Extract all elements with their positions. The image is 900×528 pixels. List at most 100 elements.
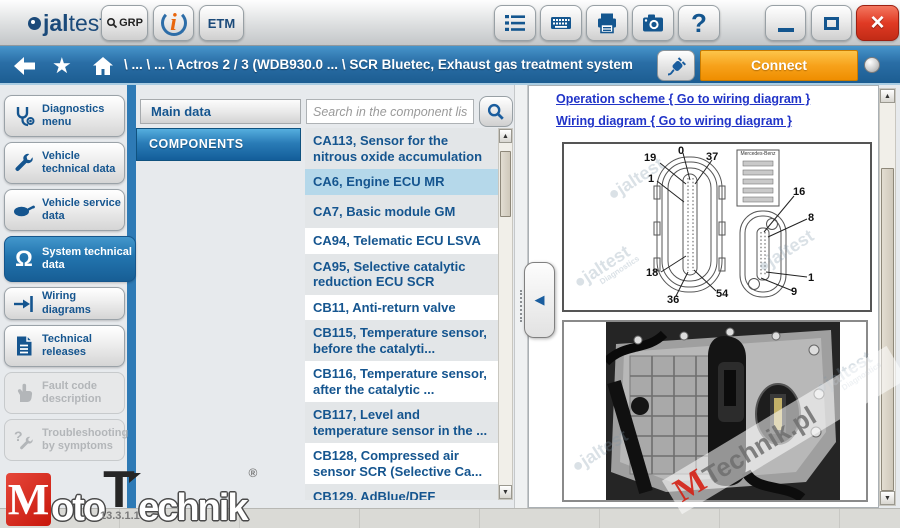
component-item[interactable]: CB129, AdBlue/DEF bbox=[305, 484, 498, 500]
jaltest-logo-icon bbox=[28, 17, 41, 30]
pin-label: 9 bbox=[791, 286, 797, 298]
pin-label: 19 bbox=[644, 152, 656, 164]
logo-text-bold: jal bbox=[43, 10, 69, 37]
sidebar-divider bbox=[127, 85, 136, 508]
scroll-down-arrow[interactable]: ▼ bbox=[880, 491, 895, 505]
screenshot-button[interactable] bbox=[632, 5, 674, 41]
pin-label: 16 bbox=[793, 186, 805, 198]
home-button[interactable] bbox=[90, 54, 116, 78]
connection-settings-button[interactable] bbox=[657, 50, 695, 81]
wiring-diagram-link[interactable]: Wiring diagram { Go to wiring diagram } bbox=[556, 114, 792, 128]
connector-brand-label: Mercedes-Benz bbox=[737, 151, 779, 157]
component-item[interactable]: CA7, Basic module GM bbox=[305, 195, 498, 229]
plug-icon bbox=[664, 54, 688, 78]
maximize-icon bbox=[824, 17, 839, 30]
pin-label: 1 bbox=[808, 272, 814, 284]
component-item[interactable]: CA113, Sensor for the nitrous oxide accu… bbox=[305, 128, 498, 169]
sidebar-item-fault-code-description: Fault code description bbox=[4, 372, 125, 414]
component-list: CA113, Sensor for the nitrous oxide accu… bbox=[305, 128, 498, 500]
sidebar-item-label: Vehicle technical data bbox=[42, 150, 121, 176]
pin-label: 36 bbox=[667, 294, 679, 306]
component-item-selected[interactable]: CA6, Engine ECU MR bbox=[305, 169, 498, 195]
sidebar-item-label: Technical releases bbox=[42, 333, 121, 359]
collapse-panel-button[interactable]: ◀ bbox=[524, 262, 555, 338]
sidebar-item-label: System technical data bbox=[42, 246, 132, 272]
wiring-icon bbox=[12, 292, 36, 316]
pin-label: 54 bbox=[716, 288, 728, 300]
sidebar-item-label: Vehicle service data bbox=[42, 197, 121, 223]
back-button[interactable] bbox=[12, 54, 38, 78]
sidebar-item-diagnostics-menu[interactable]: Diagnostics menu bbox=[4, 95, 125, 137]
component-item[interactable]: CB117, Level and temperature sensor in t… bbox=[305, 402, 498, 443]
minimize-button[interactable] bbox=[765, 5, 806, 41]
logo-echnik: echnik bbox=[138, 490, 246, 526]
sidebar-item-technical-releases[interactable]: Technical releases bbox=[4, 325, 125, 367]
question-wrench-icon: ? bbox=[12, 428, 36, 452]
sidebar-item-wiring-diagrams[interactable]: Wiring diagrams bbox=[4, 287, 125, 320]
scroll-down-arrow[interactable]: ▼ bbox=[499, 485, 512, 499]
mototechnik-m-badge: M bbox=[6, 473, 51, 526]
component-item[interactable]: CB128, Compressed air sensor SCR (Select… bbox=[305, 443, 498, 484]
grp-label: GRP bbox=[119, 17, 143, 29]
keyboard-icon bbox=[549, 11, 573, 35]
connector-drawing bbox=[564, 144, 870, 310]
sidebar-item-vehicle-service-data[interactable]: Vehicle service data bbox=[4, 189, 125, 231]
wrench-icon bbox=[12, 151, 36, 175]
minimize-icon bbox=[778, 28, 794, 32]
component-item[interactable]: CB11, Anti-return valve bbox=[305, 295, 498, 321]
pin-label: 18 bbox=[646, 267, 658, 279]
magnifier-small-icon bbox=[106, 17, 118, 29]
connector-diagram: ●jaltestDiagnostics ●jaltest ●jaltest 19… bbox=[562, 142, 872, 312]
component-list-scrollbar[interactable]: ▲ ▼ bbox=[498, 128, 513, 500]
svg-text:?: ? bbox=[14, 428, 23, 444]
search-input[interactable] bbox=[306, 99, 474, 124]
detail-panel-scrollbar[interactable]: ▲ ▼ bbox=[879, 88, 896, 506]
jaltest-logo: jaltest bbox=[28, 10, 106, 37]
connection-status-indicator bbox=[864, 57, 880, 73]
close-button[interactable]: × bbox=[856, 5, 899, 41]
scroll-up-arrow[interactable]: ▲ bbox=[499, 129, 512, 143]
list-view-button[interactable] bbox=[494, 5, 536, 41]
sidebar-item-troubleshooting-by-symptoms: ? Troubleshooting by symptoms bbox=[4, 419, 125, 461]
component-item[interactable]: CB115, Temperature sensor, before the ca… bbox=[305, 320, 498, 361]
search-icon bbox=[485, 101, 507, 123]
close-icon: × bbox=[870, 9, 884, 37]
pin-label: 0 bbox=[678, 145, 684, 157]
document-icon bbox=[12, 334, 36, 358]
jaltest-app-window: jaltest GRP i ETM ? bbox=[0, 0, 900, 528]
maximize-button[interactable] bbox=[811, 5, 852, 41]
sidebar-item-vehicle-technical-data[interactable]: Vehicle technical data bbox=[4, 142, 125, 184]
component-item[interactable]: CA94, Telematic ECU LSVA bbox=[305, 228, 498, 254]
component-item[interactable]: CA95, Selective catalytic reduction ECU … bbox=[305, 254, 498, 295]
tab-main-data[interactable]: Main data bbox=[140, 99, 301, 124]
hand-pointer-icon bbox=[12, 381, 36, 405]
component-item[interactable]: CB116, Temperature sensor, after the cat… bbox=[305, 361, 498, 402]
operation-scheme-link[interactable]: Operation scheme { Go to wiring diagram … bbox=[556, 92, 810, 106]
scroll-up-arrow[interactable]: ▲ bbox=[880, 89, 895, 103]
keyboard-button[interactable] bbox=[540, 5, 582, 41]
printer-icon bbox=[595, 11, 619, 35]
connect-button[interactable]: Connect bbox=[700, 50, 858, 81]
scrollbar-thumb[interactable] bbox=[881, 168, 894, 491]
etm-button[interactable]: ETM bbox=[199, 5, 244, 41]
help-button[interactable]: ? bbox=[678, 5, 720, 41]
stethoscope-icon bbox=[12, 104, 36, 128]
list-icon bbox=[503, 11, 527, 35]
component-photo: ●jaltest ●jaltestDiagnostics bbox=[562, 320, 868, 502]
grp-button[interactable]: GRP bbox=[101, 5, 148, 41]
search-button[interactable] bbox=[479, 96, 513, 127]
info-icon: i bbox=[161, 10, 187, 36]
info-button[interactable]: i bbox=[153, 5, 194, 41]
collapse-left-icon: ◀ bbox=[535, 292, 545, 308]
favorite-button[interactable]: ★ bbox=[52, 55, 78, 79]
components-section-header: COMPONENTS bbox=[136, 128, 301, 161]
sidebar-item-system-technical-data[interactable]: Ω System technical data bbox=[4, 236, 136, 282]
splitter-grip[interactable] bbox=[520, 290, 522, 322]
muffler-icon bbox=[12, 198, 36, 222]
pin-label: 1 bbox=[648, 173, 654, 185]
star-icon: ★ bbox=[52, 53, 72, 78]
scrollbar-thumb[interactable] bbox=[500, 151, 511, 217]
navigation-bar: ★ \ ... \ ... \ Actros 2 / 3 (WDB930.0 .… bbox=[0, 46, 900, 85]
print-button[interactable] bbox=[586, 5, 628, 41]
back-arrow-icon bbox=[12, 54, 38, 78]
